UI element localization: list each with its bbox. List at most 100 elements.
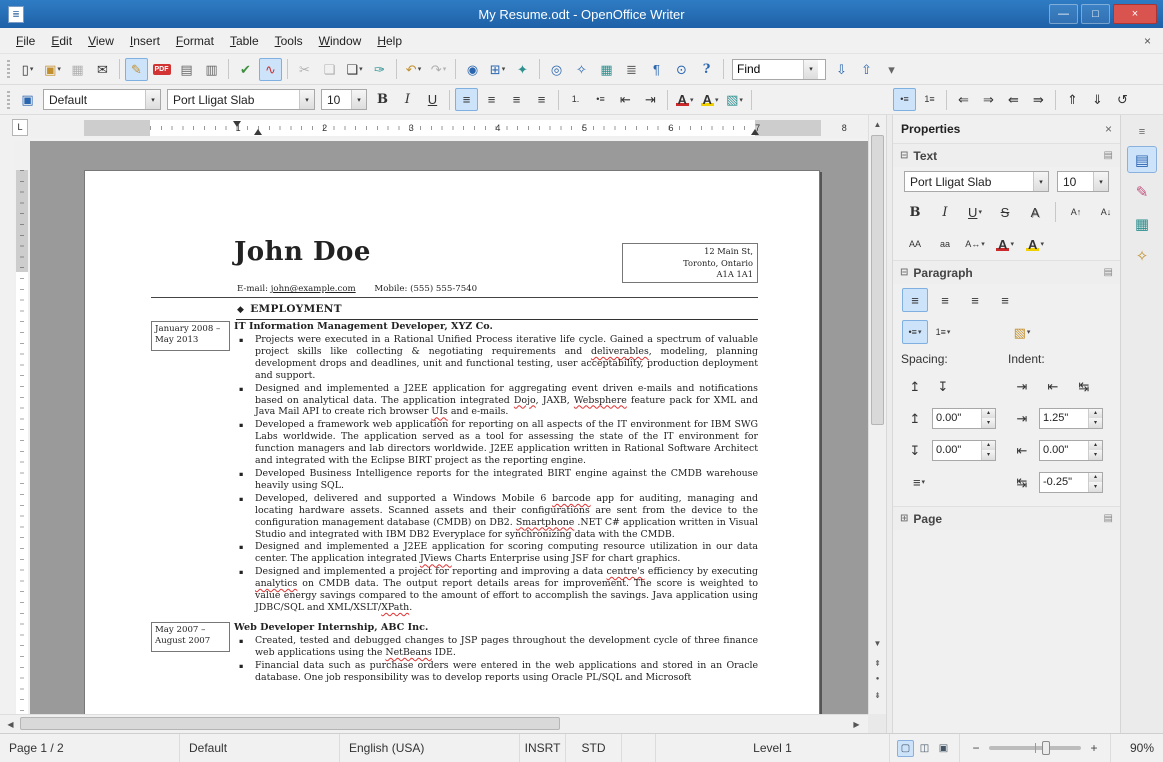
email-document-icon[interactable]: ✉ — [91, 58, 114, 81]
horizontal-scrollbar[interactable]: ◀ ▶ — [0, 714, 868, 733]
find-next-icon[interactable]: ⇩ — [830, 58, 853, 81]
scroll-up-button[interactable]: ▲ — [869, 116, 886, 132]
sidebar-font-size-combobox[interactable]: 10 ▾ — [1057, 171, 1109, 192]
grow-font-icon[interactable]: A↑ — [1063, 200, 1089, 224]
sidebar-highlighting-icon[interactable]: A ▾ — [1022, 232, 1048, 256]
close-document-icon[interactable]: × — [1144, 34, 1151, 48]
paragraph-style-combobox[interactable]: Default ▾ — [43, 89, 161, 110]
after-text-indent-field[interactable]: 0.00" ▴ ▾ — [1039, 439, 1103, 461]
page-preview-icon[interactable]: ▥ — [200, 58, 223, 81]
help-icon[interactable]: ? — [695, 58, 718, 81]
sidebar-font-name-combobox[interactable]: Port Lligat Slab ▾ — [904, 171, 1049, 192]
horizontal-ruler[interactable]: 1 2 3 4 5 6 7 8 — [30, 118, 868, 138]
move-down-icon[interactable]: ⇓ — [1086, 88, 1109, 111]
edit-file-icon[interactable]: ✎ — [125, 57, 148, 81]
sidebar-close-icon[interactable]: × — [1105, 122, 1112, 136]
chevron-down-icon[interactable]: ▾ — [1033, 172, 1048, 191]
zoom-slider-thumb[interactable] — [1042, 741, 1051, 755]
spin-up-icon[interactable]: ▴ — [982, 440, 995, 450]
save-icon[interactable]: ▦ — [66, 58, 89, 81]
print-icon[interactable]: ▤ — [175, 58, 198, 81]
move-up-icon[interactable]: ⇑ — [1061, 88, 1084, 111]
vertical-ruler[interactable] — [14, 141, 30, 714]
menu-insert[interactable]: Insert — [122, 30, 168, 52]
strikethrough-icon[interactable]: S — [992, 200, 1018, 224]
zoom-out-icon[interactable]: − — [970, 741, 982, 755]
draw-functions-icon[interactable]: ✦ — [511, 58, 534, 81]
menu-edit[interactable]: Edit — [43, 30, 80, 52]
paragraph-section-header[interactable]: ⊟ Paragraph ▤ — [893, 260, 1120, 284]
increase-indent-icon[interactable]: ⇥ — [639, 88, 662, 111]
text-shadow-icon[interactable]: A — [1022, 200, 1048, 224]
sidebar-align-right-icon[interactable]: ≡ — [962, 288, 988, 312]
scroll-left-button[interactable]: ◀ — [2, 716, 19, 732]
data-sources-icon[interactable]: ≣ — [620, 58, 643, 81]
line-spacing-icon[interactable]: ≡ ▾ — [902, 470, 936, 494]
find-input[interactable] — [733, 62, 803, 76]
zoom-icon[interactable]: ⊙ — [670, 58, 693, 81]
redo-icon[interactable]: ↷ ▾ — [427, 58, 450, 81]
sidebar-properties-tab[interactable]: ▤ — [1127, 146, 1157, 173]
page-style-indicator[interactable]: Default — [180, 734, 340, 762]
paragraph-more-options-icon[interactable]: ▤ — [1104, 267, 1113, 278]
font-name-combobox[interactable]: Port Lligat Slab ▾ — [167, 89, 315, 110]
copy-icon[interactable]: ❏ — [318, 58, 341, 81]
above-spacing-field[interactable]: 0.00" ▴ ▾ — [932, 407, 996, 429]
vertical-scrollbar-thumb[interactable] — [871, 135, 884, 425]
book-view-icon[interactable]: ▣ — [935, 740, 952, 757]
toolbar-grip[interactable] — [7, 90, 10, 109]
spin-up-icon[interactable]: ▴ — [1089, 440, 1102, 450]
sidebar-italic-icon[interactable]: I — [932, 200, 958, 224]
character-spacing-icon[interactable]: A↔ ▾ — [962, 232, 988, 256]
numbering-toggle-icon[interactable]: 1≡ — [918, 88, 941, 111]
increase-spacing-icon[interactable]: ↥ — [902, 374, 928, 398]
close-button[interactable]: × — [1113, 4, 1157, 24]
italic-icon[interactable]: I — [396, 88, 419, 111]
table-icon[interactable]: ⊞ ▾ — [486, 58, 509, 81]
scroll-right-button[interactable]: ▶ — [848, 716, 865, 732]
expand-icon[interactable]: ⊞ — [900, 513, 908, 524]
menu-help[interactable]: Help — [369, 30, 410, 52]
toolbar-grip[interactable] — [7, 60, 10, 78]
restart-numbering-icon[interactable]: ↺ — [1111, 88, 1134, 111]
sidebar-decrease-indent-icon[interactable]: ⇤ — [1040, 374, 1066, 398]
sidebar-styles-tab[interactable]: ✎ — [1127, 178, 1157, 205]
multi-page-view-icon[interactable]: ◫ — [916, 740, 933, 757]
sidebar-bold-icon[interactable]: B — [902, 200, 928, 224]
page-more-options-icon[interactable]: ▤ — [1104, 513, 1113, 524]
spin-up-icon[interactable]: ▴ — [1089, 472, 1102, 482]
page-indicator[interactable]: Page 1 / 2 — [0, 734, 180, 762]
sidebar-splitter[interactable] — [886, 115, 893, 733]
chevron-down-icon[interactable]: ▾ — [145, 90, 160, 109]
bullets-list-icon[interactable]: •≡ — [589, 88, 612, 111]
menu-table[interactable]: Table — [222, 30, 267, 52]
scroll-down-button[interactable]: ▼ — [869, 635, 886, 651]
spin-down-icon[interactable]: ▾ — [1089, 482, 1102, 492]
right-indent-marker[interactable] — [751, 129, 759, 135]
align-right-icon[interactable]: ≡ — [505, 88, 528, 111]
sidebar-gallery-tab[interactable]: ▦ — [1127, 210, 1157, 237]
underline-icon[interactable]: U — [421, 88, 444, 111]
sidebar-background-color-icon[interactable]: ▧ ▾ — [1009, 320, 1035, 344]
align-center-icon[interactable]: ≡ — [480, 88, 503, 111]
single-page-view-icon[interactable]: ▢ — [897, 739, 914, 757]
promote-level-icon[interactable]: ⇐ — [952, 88, 975, 111]
zoom-in-icon[interactable]: + — [1088, 741, 1100, 755]
decrease-indent-icon[interactable]: ⇤ — [614, 88, 637, 111]
chevron-down-icon[interactable]: ▾ — [351, 90, 366, 109]
previous-page-button[interactable]: ⇞ — [869, 655, 886, 671]
menu-file[interactable]: File — [8, 30, 43, 52]
collapse-icon[interactable]: ⊟ — [900, 267, 908, 278]
new-document-icon[interactable]: ▯ ▾ — [16, 58, 39, 81]
sidebar-align-left-icon[interactable]: ≡ — [902, 288, 928, 312]
first-line-indent-field[interactable]: -0.25" ▴ ▾ — [1039, 471, 1103, 493]
maximize-button[interactable]: □ — [1081, 4, 1110, 24]
background-color-icon[interactable]: ▧ ▾ — [723, 88, 746, 111]
open-icon[interactable]: ▣ ▾ — [41, 58, 64, 81]
hyperlink-icon[interactable]: ◉ — [461, 58, 484, 81]
paste-icon[interactable]: ❑ ▾ — [343, 58, 366, 81]
menu-tools[interactable]: Tools — [267, 30, 311, 52]
bullets-toggle-icon[interactable]: •≡ — [893, 88, 916, 111]
find-previous-icon[interactable]: ⇧ — [855, 58, 878, 81]
format-paintbrush-icon[interactable]: ✑ — [368, 58, 391, 81]
